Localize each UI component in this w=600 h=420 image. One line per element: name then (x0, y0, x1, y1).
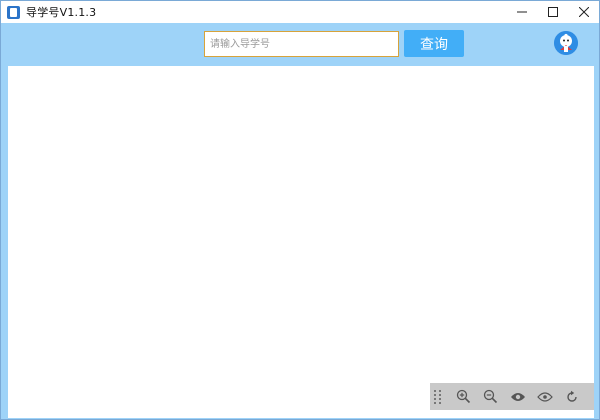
app-icon (7, 5, 20, 19)
zoom-out-icon (483, 389, 498, 404)
mascot-icon (554, 31, 578, 55)
zoom-out-button[interactable] (477, 383, 504, 410)
content-panel (8, 66, 594, 418)
app-window: 导学号V1.1.3 查询 (0, 0, 600, 420)
query-button[interactable]: 查询 (404, 30, 464, 57)
maximize-icon (547, 7, 558, 17)
rotate-button[interactable] (558, 383, 585, 410)
window-title: 导学号V1.1.3 (26, 6, 97, 19)
image-viewer-toolbar (430, 383, 594, 410)
search-input[interactable] (204, 31, 399, 57)
drag-handle-icon[interactable] (434, 388, 442, 406)
eye-outline-icon (536, 391, 553, 402)
close-icon (578, 7, 589, 17)
title-bar[interactable]: 导学号V1.1.3 (1, 1, 599, 23)
maximize-button[interactable] (537, 1, 568, 23)
close-button[interactable] (568, 1, 599, 23)
view-outline-button[interactable] (531, 383, 558, 410)
minimize-button[interactable] (506, 1, 537, 23)
zoom-in-icon (456, 389, 471, 404)
zoom-in-button[interactable] (450, 383, 477, 410)
rotate-icon (566, 390, 577, 402)
view-button[interactable] (504, 383, 531, 410)
eye-icon (510, 392, 525, 401)
avatar[interactable] (554, 31, 578, 55)
window-controls (506, 1, 599, 23)
minimize-icon (516, 11, 527, 13)
